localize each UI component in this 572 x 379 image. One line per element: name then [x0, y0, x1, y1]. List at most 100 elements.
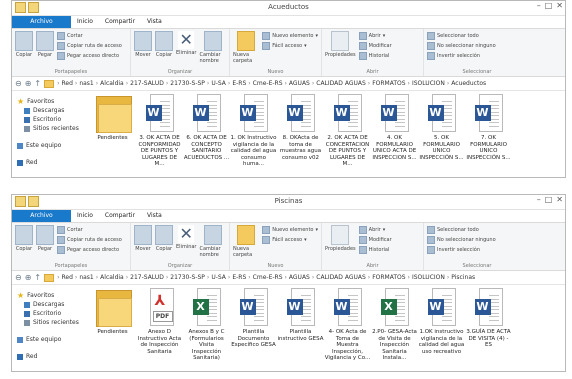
breadcrumb-separator[interactable]: › [126, 80, 128, 87]
paste-shortcut-button[interactable]: Pegar acceso directo [57, 52, 122, 60]
breadcrumb-separator[interactable]: › [207, 274, 209, 281]
breadcrumb-separator[interactable]: › [368, 274, 370, 281]
breadcrumb-separator[interactable]: › [57, 274, 59, 281]
breadcrumb-separator[interactable]: › [166, 80, 168, 87]
new-folder-button[interactable]: Nueva carpeta [233, 225, 259, 258]
tab-inicio[interactable]: Inicio [71, 16, 99, 28]
breadcrumb-segment[interactable]: AGUAS [289, 80, 310, 87]
breadcrumb-segment[interactable]: CALIDAD AGUAS [316, 274, 366, 281]
tab-vista[interactable]: Vista [141, 16, 168, 28]
history-button[interactable]: Historial [358, 246, 392, 254]
breadcrumb-separator[interactable]: › [96, 274, 98, 281]
breadcrumb-separator[interactable]: › [312, 80, 314, 87]
file-item[interactable]: W 7. OK FORMULARIO UNICO INSPECCIÓN S... [465, 94, 512, 177]
up-icon[interactable]: ↑ [34, 273, 41, 282]
breadcrumb-segment[interactable]: Alcaldia [100, 80, 124, 87]
breadcrumb-separator[interactable]: › [248, 274, 250, 281]
file-item[interactable]: W Plantilla instructivo GESA [277, 288, 324, 371]
breadcrumb-segment[interactable]: ISOLUCION [412, 274, 445, 281]
file-item[interactable]: W Plantilla Documento Específico GESA [230, 288, 277, 371]
file-item[interactable]: W 3.GUÍA DE ACTA DE VISITA (4) -ES [465, 288, 512, 371]
breadcrumb-separator[interactable]: › [75, 80, 77, 87]
nav-item-favoritos[interactable]: ★ Favoritos [12, 291, 89, 300]
breadcrumb-segment[interactable]: U-SA [211, 274, 226, 281]
breadcrumb-segment[interactable]: ISOLUCION [412, 80, 445, 87]
breadcrumb[interactable]: › Red › nas1 › Alcaldia › 217-SALUD › 21730-S-SP ›… [57, 274, 475, 281]
breadcrumb-segment[interactable]: Red [62, 80, 73, 87]
forward-icon[interactable]: ⊕ [25, 273, 32, 282]
nav-item-equipo[interactable]: Este equipo [12, 335, 89, 344]
breadcrumb-segment[interactable]: Alcaldia [100, 274, 124, 281]
copy-to-button[interactable]: Copiar [155, 31, 173, 58]
nav-item-red[interactable]: Red [12, 352, 89, 361]
maximize-icon[interactable]: □ [545, 195, 553, 204]
file-item[interactable]: W 5. OK FORMULARIO UNICO INSPECCIÓN S... [418, 94, 465, 177]
minimize-icon[interactable]: – [537, 1, 541, 10]
select-none-button[interactable]: No seleccionar ninguno [427, 42, 496, 50]
breadcrumb-separator[interactable]: › [126, 274, 128, 281]
tab-inicio[interactable]: Inicio [71, 210, 99, 222]
breadcrumb-separator[interactable]: › [75, 274, 77, 281]
select-none-button[interactable]: No seleccionar ninguno [427, 236, 496, 244]
copy-to-button[interactable]: Copiar [155, 225, 173, 252]
file-item[interactable]: Pendientes [89, 94, 136, 177]
back-icon[interactable]: ⊖ [15, 79, 22, 88]
breadcrumb-separator[interactable]: › [408, 274, 410, 281]
breadcrumb-separator[interactable]: › [57, 80, 59, 87]
close-icon[interactable]: ✕ [556, 1, 563, 10]
file-item[interactable]: ⅄ PDF Anexo D Instructivo Acta de Inspecci… [136, 288, 183, 371]
copy-button[interactable]: Copiar [15, 31, 33, 58]
breadcrumb-separator[interactable]: › [228, 80, 230, 87]
open-button[interactable]: Abrir ▾ [358, 32, 392, 40]
tab-archivo[interactable]: Archivo [12, 210, 71, 222]
breadcrumb-separator[interactable]: › [285, 80, 287, 87]
nav-item-sitios[interactable]: Sitios recientes [12, 318, 89, 327]
nav-item-sitios[interactable]: Sitios recientes [12, 124, 89, 133]
new-item-button[interactable]: Nuevo elemento ▾ [262, 32, 318, 40]
breadcrumb-segment[interactable]: FORMATOS [372, 80, 405, 87]
breadcrumb-segment[interactable]: E-RS [232, 80, 246, 87]
breadcrumb-segment[interactable]: CALIDAD AGUAS [316, 80, 366, 87]
select-all-button[interactable]: Seleccionar todo [427, 226, 496, 234]
cut-button[interactable]: Cortar [57, 226, 122, 234]
breadcrumb-segment[interactable]: E-RS [232, 274, 246, 281]
easy-access-button[interactable]: Fácil acceso ▾ [262, 236, 318, 244]
copy-path-button[interactable]: Copiar ruta de acceso [57, 42, 122, 50]
breadcrumb-segment[interactable]: U-SA [211, 80, 226, 87]
edit-button[interactable]: Modificar [358, 42, 392, 50]
file-item[interactable]: Pendientes [89, 288, 136, 371]
file-item[interactable]: W 6. OK ACTA DE CONCEPTO SANITARIO ACUEDU… [183, 94, 230, 177]
file-item[interactable]: W 1. OK Instructivo vigilancia de la cali… [230, 94, 277, 177]
select-all-button[interactable]: Seleccionar todo [427, 32, 496, 40]
tab-compartir[interactable]: Compartir [99, 16, 141, 28]
tab-archivo[interactable]: Archivo [12, 16, 71, 28]
breadcrumb-segment[interactable]: nas1 [79, 274, 93, 281]
file-item[interactable]: W 3. OK ACTA DE CONFORMIDAD DE PUNTOS Y L… [136, 94, 183, 177]
back-icon[interactable]: ⊖ [15, 273, 22, 282]
nav-item-favoritos[interactable]: ★ Favoritos [12, 97, 89, 106]
nav-item-escritorio[interactable]: Escritorio [12, 115, 89, 124]
delete-button[interactable]: ✕ Eliminar [176, 31, 197, 57]
breadcrumb-separator[interactable]: › [408, 80, 410, 87]
file-item[interactable]: W 8. OKActa de toma de muestras agua cons… [277, 94, 324, 177]
breadcrumb-segment[interactable]: 217-SALUD [130, 274, 164, 281]
new-folder-button[interactable]: Nueva carpeta [233, 31, 259, 64]
move-button[interactable]: Mover [134, 225, 152, 252]
breadcrumb-separator[interactable]: › [447, 274, 449, 281]
paste-button[interactable]: Pegar [36, 31, 54, 58]
new-item-button[interactable]: Nuevo elemento ▾ [262, 226, 318, 234]
breadcrumb-separator[interactable]: › [368, 80, 370, 87]
breadcrumb-segment[interactable]: nas1 [79, 80, 93, 87]
breadcrumb-separator[interactable]: › [312, 274, 314, 281]
breadcrumb-segment[interactable]: FORMATOS [372, 274, 405, 281]
file-item[interactable]: W 1.OK instructivo vigilancia de la calid… [418, 288, 465, 371]
breadcrumb-segment[interactable]: Piscinas [451, 274, 475, 281]
breadcrumb[interactable]: › Red › nas1 › Alcaldia › 217-SALUD › 21730-S-SP ›… [57, 80, 486, 87]
breadcrumb-separator[interactable]: › [248, 80, 250, 87]
breadcrumb-segment[interactable]: Red [62, 274, 73, 281]
close-icon[interactable]: ✕ [556, 195, 563, 204]
paste-shortcut-button[interactable]: Pegar acceso directo [57, 246, 122, 254]
edit-button[interactable]: Modificar [358, 236, 392, 244]
rename-button[interactable]: Cambiar nombre [200, 225, 227, 258]
nav-item-equipo[interactable]: Este equipo [12, 141, 89, 150]
